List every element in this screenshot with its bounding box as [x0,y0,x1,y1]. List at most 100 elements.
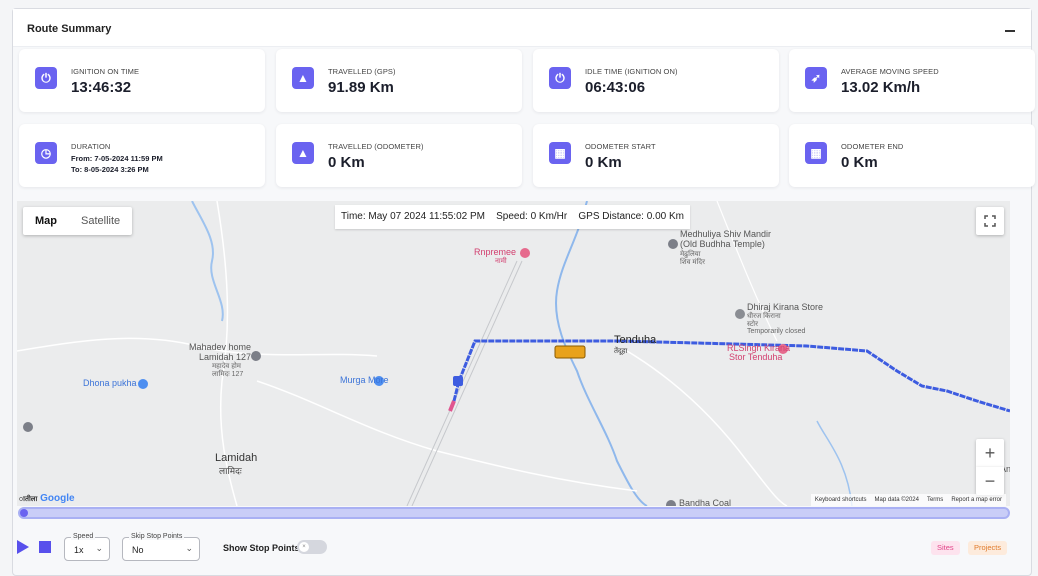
map-label-dhiraj: Temporarily closed [747,328,806,335]
stat-value: 06:43:06 [585,79,646,96]
map-label-temple: Medhuliya Shiv Mandir [680,229,772,239]
calculator-icon: ▦ [549,142,571,164]
sites-button[interactable]: Sites [931,541,960,555]
fullscreen-button[interactable] [976,207,1004,235]
play-icon[interactable] [17,540,29,554]
power-icon: ⏻ [35,67,57,89]
temple-pin-icon[interactable] [668,239,678,249]
map-label-lamidah: Lamidah [215,452,258,464]
calculator-icon: ▦ [805,142,827,164]
stat-value: 0 Km [585,154,622,171]
stat-value: 91.89 Km [328,79,394,96]
map-label-tenduha-local: तेंदूहा [614,348,628,355]
truck-icon[interactable] [554,345,586,359]
google-logo[interactable]: ातीला Google [19,493,75,504]
map-label-murga: Murga More [340,375,389,385]
speed-value: 1x [74,545,84,555]
stat-label: IDLE TIME (IGNITION ON) [585,67,678,76]
place-pin-icon[interactable] [138,379,148,389]
zoom-in-button[interactable]: + [976,439,1004,467]
map-label-rnpremee: Rnpremee [474,247,517,257]
map-label-mahadev: Mahadev home [189,342,252,352]
collapse-button[interactable] [1001,18,1019,36]
skip-stop-points-value: No [132,545,144,555]
zoom-out-button[interactable]: − [976,467,1004,495]
fullscreen-icon [984,215,996,227]
info-gps-distance: GPS Distance: 0.00 Km [578,211,684,222]
route-start-segment [448,400,456,412]
stat-card-average-moving-speed: ➶ AVERAGE MOVING SPEED 13.02 Km/h [789,49,1035,112]
stream-path [191,201,224,322]
skip-stop-points-select[interactable]: Skip Stop Points No ⌄ [122,533,200,561]
map-label-temple: शिव मंदिर [680,259,705,266]
map-type-map-button[interactable]: Map [23,207,69,235]
timeline-handle[interactable] [20,509,28,517]
stat-label: AVERAGE MOVING SPEED [841,67,939,76]
stat-label: ODOMETER END [841,142,904,151]
playback-timeline[interactable] [18,507,1010,519]
stat-value: 13.02 Km/h [841,79,921,96]
map-label-bandha: Bandha Coal [679,498,732,506]
speed-select[interactable]: Speed 1x ⌄ [64,533,110,561]
projects-button[interactable]: Projects [968,541,1008,555]
stop-icon[interactable] [39,541,51,553]
map-label-dhiraj: Dhiraj Kirana Store [747,302,824,312]
route-map[interactable]: Medhuliya Shiv Mandir (Old Budhha Temple… [17,201,1010,506]
stat-value: 0 Km [328,154,365,171]
map-label-mahadev: Lamidah 127 [199,352,252,362]
stat-label: TRAVELLED (GPS) [328,67,396,76]
keyboard-shortcuts-link[interactable]: Keyboard shortcuts [815,494,867,506]
road-path [626,350,788,506]
map-label-rnpremee-local: नामी [495,258,507,265]
restaurant-pin-icon[interactable] [520,248,530,258]
stat-card-ignition-on-time: ⏻ IGNITION ON TIME 13:46:32 [19,49,265,112]
map-label-mahadev: लामिदः 127 [212,371,244,378]
place-pin-icon[interactable] [23,422,33,432]
stat-label: TRAVELLED (ODOMETER) [328,142,424,151]
stat-card-odometer-start: ▦ ODOMETER START 0 Km [533,124,779,187]
report-map-error-link[interactable]: Report a map error [951,494,1002,506]
info-speed: Speed: 0 Km/Hr [496,211,568,222]
map-type-toggle: Map Satellite [23,207,133,235]
clock-icon: ◷ [35,142,57,164]
skip-stop-points-label: Skip Stop Points [129,533,185,540]
store-pin-icon[interactable] [735,309,745,319]
duration-from: From: 7-05-2024 11:59 PM [71,154,163,163]
stat-value: 0 Km [841,154,878,171]
railway-path [411,260,523,506]
map-label-dhona: Dhona pukha [83,378,137,388]
chevron-down-icon: ⌄ [185,543,193,553]
playback-controls: Speed 1x ⌄ Skip Stop Points No ⌄ Show St… [17,532,1009,568]
stat-label: DURATION [71,142,111,151]
stat-label: IGNITION ON TIME [71,67,140,76]
stat-card-travelled-odometer: ▲ TRAVELLED (ODOMETER) 0 Km [276,124,522,187]
panel-header: Route Summary [13,9,1031,47]
start-marker-icon[interactable] [453,376,463,386]
home-pin-icon[interactable] [251,351,261,361]
map-label-rlsingh: Stor Tenduha [729,352,783,362]
map-label-lamidah-local: लामिदः [219,466,242,476]
info-time: Time: May 07 2024 11:55:02 PM [341,211,485,222]
stat-card-odometer-end: ▦ ODOMETER END 0 Km [789,124,1035,187]
google-logo-text: Google [40,493,75,504]
road-icon: ▲ [292,67,314,89]
road-icon: ▲ [292,142,314,164]
stat-card-travelled-gps: ▲ TRAVELLED (GPS) 91.89 Km [276,49,522,112]
place-pin-icon[interactable] [666,500,676,506]
rocket-icon: ➶ [805,67,827,89]
duration-to: To: 8-05-2024 3:26 PM [71,165,149,174]
stat-card-duration: ◷ DURATION From: 7-05-2024 11:59 PM To: … [19,124,265,187]
stat-card-idle-time: ⏻ IDLE TIME (IGNITION ON) 06:43:06 [533,49,779,112]
map-data-text: Map data ©2024 [874,497,919,503]
stat-label: ODOMETER START [585,142,656,151]
road-path [256,380,638,492]
map-footer: Keyboard shortcuts Map data ©2024 Terms … [810,494,1006,506]
google-logo-prefix: ातीला [19,496,38,503]
terms-link[interactable]: Terms [927,494,943,506]
show-stop-points-toggle[interactable]: × [297,540,327,554]
chevron-down-icon: ⌄ [95,543,103,553]
panel-title: Route Summary [27,23,112,35]
map-type-satellite-button[interactable]: Satellite [69,207,132,235]
map-label-temple: (Old Budhha Temple) [680,239,765,249]
stat-value: 13:46:32 [71,79,132,96]
